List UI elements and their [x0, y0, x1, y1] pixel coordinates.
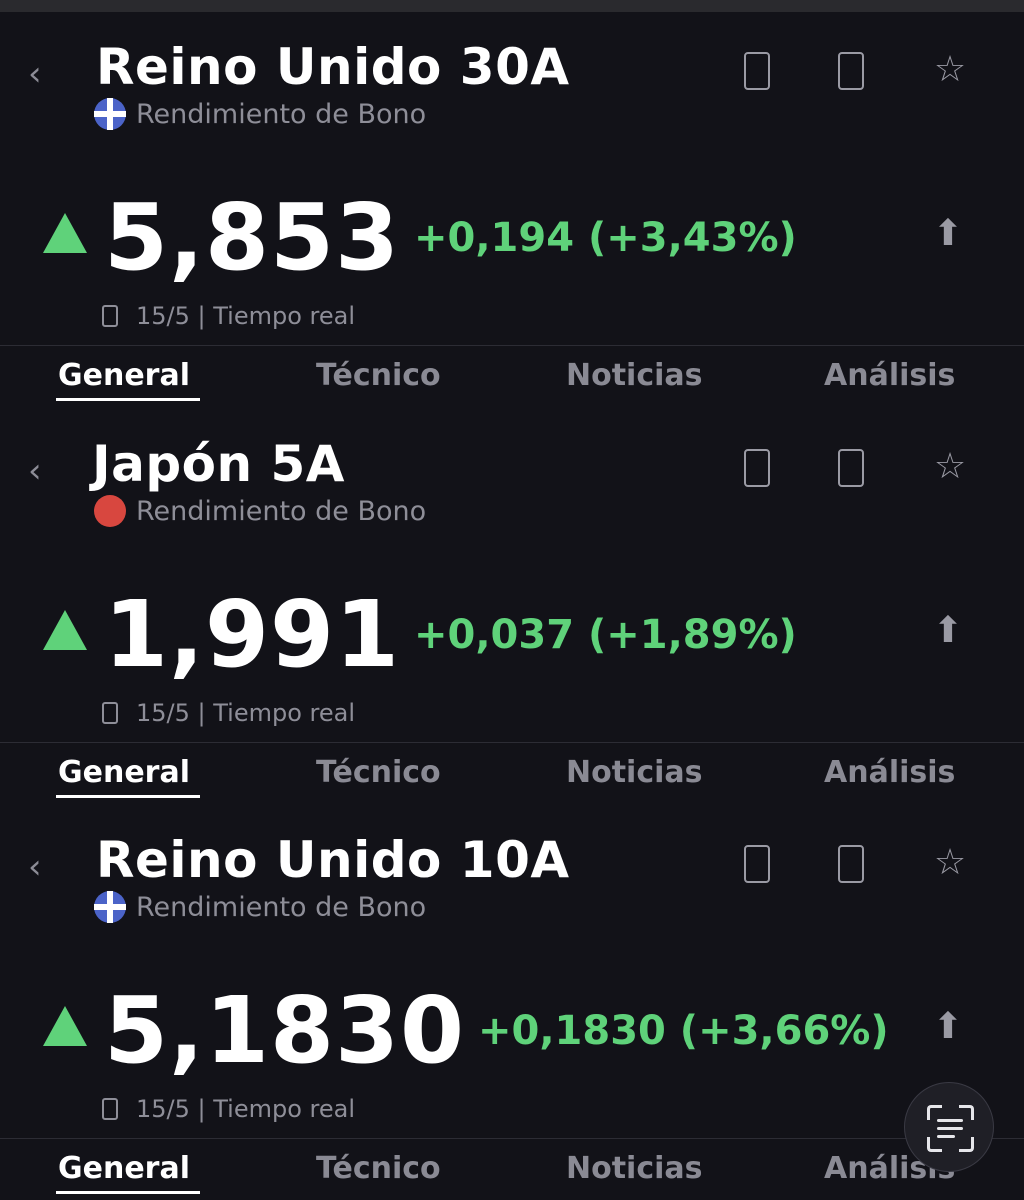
tab-noticias[interactable]: Noticias	[566, 753, 703, 793]
timestamp-text: 15/5 | Tiempo real	[136, 302, 355, 330]
price-value: 5,1830	[104, 977, 466, 1084]
tab-tecnico[interactable]: Técnico	[316, 356, 441, 396]
star-icon[interactable]: ☆	[930, 843, 970, 883]
price-value: 5,853	[104, 184, 401, 291]
uk-flag-icon	[94, 98, 126, 130]
share-icon[interactable]: ⬆	[932, 212, 964, 256]
instrument-subtitle: Rendimiento de Bono	[94, 495, 426, 527]
text-scan-button[interactable]	[904, 1082, 994, 1172]
share-icon[interactable]: ⬆	[932, 1005, 964, 1049]
timestamp: 15/5 | Tiempo real	[102, 699, 355, 727]
uk-flag-icon	[94, 891, 126, 923]
share-icon[interactable]: ⬆	[932, 609, 964, 653]
bell-icon[interactable]	[744, 449, 770, 487]
instrument-type: Rendimiento de Bono	[136, 891, 427, 923]
tab-general[interactable]: General	[58, 356, 190, 396]
tab-tecnico[interactable]: Técnico	[316, 753, 441, 793]
chevron-left-icon[interactable]: ‹	[28, 849, 50, 885]
tab-analisis[interactable]: Análisis	[824, 753, 955, 793]
timestamp-text: 15/5 | Tiempo real	[136, 1095, 355, 1123]
instrument-title: Japón 5A	[92, 435, 345, 493]
star-icon[interactable]: ☆	[930, 447, 970, 487]
instrument-type: Rendimiento de Bono	[136, 495, 427, 527]
bell-icon[interactable]	[744, 52, 770, 90]
tab-general[interactable]: General	[58, 753, 190, 793]
instrument-title: Reino Unido 30A	[96, 38, 570, 96]
price-change: +0,1830 (+3,66%)	[478, 1008, 889, 1054]
clock-icon	[102, 702, 118, 724]
tab-noticias[interactable]: Noticias	[566, 356, 703, 396]
tab-analisis[interactable]: Análisis	[824, 356, 955, 396]
bell-icon[interactable]	[744, 845, 770, 883]
note-icon[interactable]	[838, 845, 864, 883]
instrument-type: Rendimiento de Bono	[136, 98, 427, 130]
clock-icon	[102, 305, 118, 327]
tab-tecnico[interactable]: Técnico	[316, 1149, 441, 1189]
divider	[0, 742, 1024, 743]
up-arrow-icon	[43, 213, 87, 253]
bond-panel-uk-30y: ‹ Reino Unido 30A Rendimiento de Bono ☆ …	[0, 0, 1024, 401]
clock-icon	[102, 1098, 118, 1120]
divider	[0, 345, 1024, 346]
note-icon[interactable]	[838, 449, 864, 487]
instrument-subtitle: Rendimiento de Bono	[94, 891, 426, 923]
divider	[0, 1138, 1024, 1139]
price-change: +0,037 (+1,89%)	[414, 612, 797, 658]
instrument-subtitle: Rendimiento de Bono	[94, 98, 426, 130]
timestamp: 15/5 | Tiempo real	[102, 1095, 355, 1123]
note-icon[interactable]	[838, 52, 864, 90]
tab-general[interactable]: General	[58, 1149, 190, 1189]
tab-noticias[interactable]: Noticias	[566, 1149, 703, 1189]
bond-panel-uk-10y: ‹ Reino Unido 10A Rendimiento de Bono ☆ …	[0, 793, 1024, 1200]
star-icon[interactable]: ☆	[930, 50, 970, 90]
instrument-title: Reino Unido 10A	[96, 831, 570, 889]
up-arrow-icon	[43, 610, 87, 650]
japan-flag-icon	[94, 495, 126, 527]
chevron-left-icon[interactable]: ‹	[28, 453, 50, 489]
text-scan-icon	[905, 1083, 995, 1173]
price-change: +0,194 (+3,43%)	[414, 215, 797, 261]
chevron-left-icon[interactable]: ‹	[28, 56, 50, 92]
active-tab-indicator	[56, 1191, 200, 1194]
bond-panel-japan-5y: ‹ Japón 5A Rendimiento de Bono ☆ 1,991 +…	[0, 397, 1024, 798]
up-arrow-icon	[43, 1006, 87, 1046]
timestamp: 15/5 | Tiempo real	[102, 302, 355, 330]
price-value: 1,991	[104, 581, 401, 688]
timestamp-text: 15/5 | Tiempo real	[136, 699, 355, 727]
